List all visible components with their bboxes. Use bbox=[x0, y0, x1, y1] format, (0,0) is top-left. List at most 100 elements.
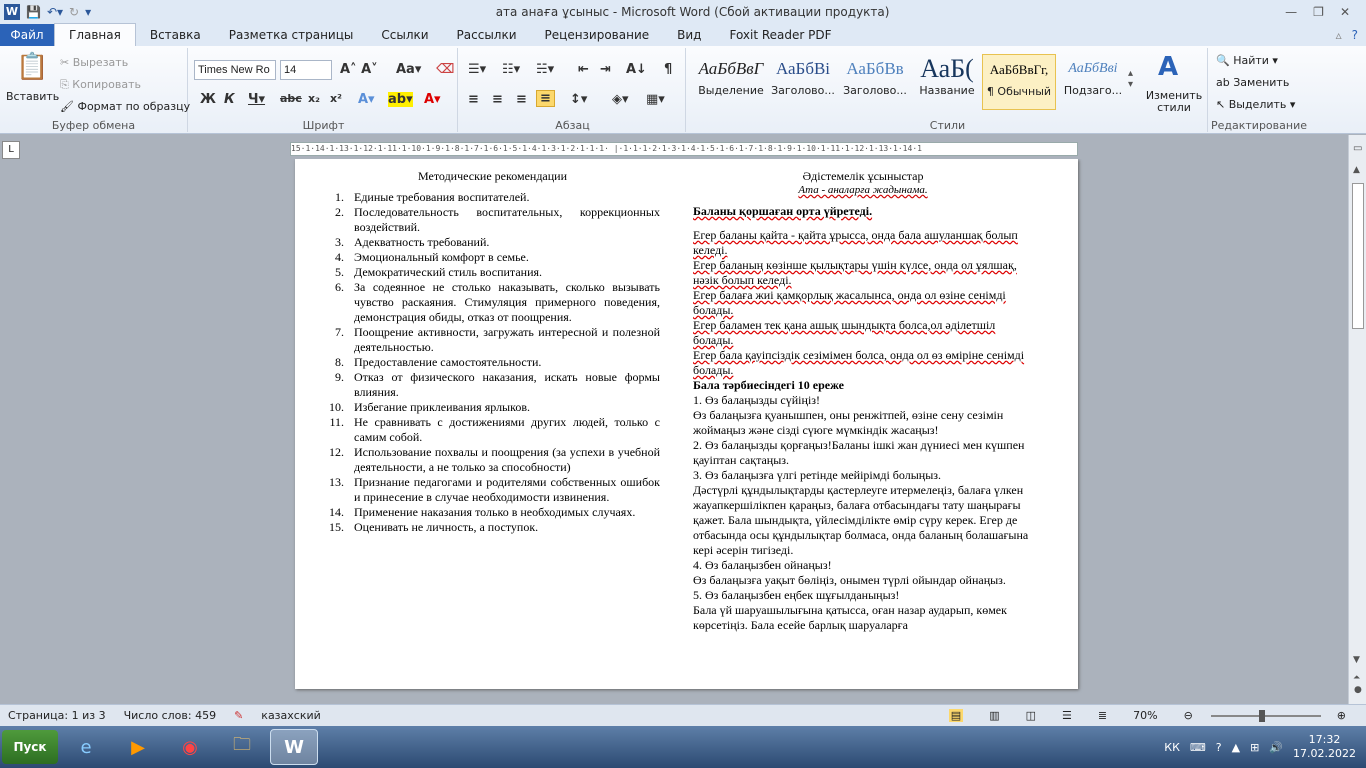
scrollbar-thumb[interactable] bbox=[1352, 183, 1364, 329]
superscript-icon[interactable]: x² bbox=[330, 92, 342, 105]
zoom-level[interactable]: 70% bbox=[1133, 709, 1157, 722]
ruler-toggle-icon[interactable]: ▭ bbox=[1353, 143, 1362, 154]
grow-font-icon[interactable]: A˄ A˅ bbox=[340, 62, 378, 77]
style-emphasis[interactable]: АаБбВвГ Выделение bbox=[694, 54, 768, 110]
minimize-button[interactable]: — bbox=[1285, 5, 1297, 19]
show-hidden-icons[interactable]: ▲ bbox=[1232, 741, 1240, 754]
justify-icon[interactable]: ≡ bbox=[536, 90, 555, 107]
styles-more-icon[interactable]: ▴ ▾ bbox=[1128, 68, 1133, 90]
word-count[interactable]: Число слов: 459 bbox=[124, 709, 217, 722]
text-effects-icon[interactable]: A▾ bbox=[358, 92, 375, 107]
tab-home[interactable]: Главная bbox=[54, 23, 136, 46]
borders-icon[interactable]: ▦▾ bbox=[646, 92, 665, 107]
save-icon[interactable]: 💾 bbox=[26, 5, 41, 19]
bold-icon[interactable]: Ж bbox=[200, 92, 216, 107]
browse-object-icon[interactable]: ● bbox=[1354, 685, 1362, 695]
document-page[interactable]: Методические рекомендации 1. Единые требо… bbox=[295, 159, 1078, 689]
align-center-icon[interactable]: ≡ bbox=[492, 92, 503, 107]
internet-explorer-icon[interactable]: e bbox=[62, 729, 110, 765]
clock[interactable]: 17:32 17.02.2022 bbox=[1293, 733, 1356, 761]
strikethrough-icon[interactable]: abc bbox=[280, 92, 302, 105]
paste-button[interactable]: Вставить bbox=[6, 90, 59, 103]
word-taskbar-icon[interactable]: W bbox=[270, 729, 318, 765]
zoom-out-icon[interactable]: ⊖ bbox=[1184, 709, 1193, 722]
full-screen-icon[interactable]: ▥ bbox=[989, 709, 999, 722]
change-case-icon[interactable]: Aa▾ bbox=[396, 62, 421, 77]
select-button[interactable]: ↖ Выделить ▾ bbox=[1216, 98, 1295, 111]
underline-icon[interactable]: Ч▾ bbox=[248, 92, 265, 107]
draft-icon[interactable]: ≣ bbox=[1098, 709, 1107, 722]
style-subtitle[interactable]: АаБбВві Подзаго... bbox=[1056, 54, 1130, 110]
align-left-icon[interactable]: ≡ bbox=[468, 92, 479, 107]
tab-foxit[interactable]: Foxit Reader PDF bbox=[715, 24, 845, 46]
style-heading2[interactable]: АаБбВв Заголово... bbox=[838, 54, 912, 110]
tab-review[interactable]: Рецензирование bbox=[531, 24, 664, 46]
scroll-down-icon[interactable]: ▼ bbox=[1353, 655, 1360, 665]
print-layout-icon[interactable]: ▤ bbox=[948, 709, 964, 722]
tab-references[interactable]: Ссылки bbox=[367, 24, 442, 46]
increase-indent-icon[interactable]: ⇥ bbox=[600, 62, 611, 77]
outline-icon[interactable]: ☰ bbox=[1062, 709, 1072, 722]
help-tray-icon[interactable]: ? bbox=[1216, 741, 1222, 754]
zoom-slider[interactable] bbox=[1210, 709, 1321, 722]
numbering-icon[interactable]: ☷▾ bbox=[502, 62, 520, 77]
bullets-icon[interactable]: ☰▾ bbox=[468, 62, 486, 77]
explorer-folder-icon[interactable]: 🗀 bbox=[218, 729, 266, 765]
line-spacing-icon[interactable]: ↕▾ bbox=[570, 92, 587, 107]
font-name-box[interactable]: Times New Ro bbox=[194, 60, 276, 80]
show-formatting-icon[interactable]: ¶ bbox=[664, 62, 672, 77]
clear-format-icon[interactable]: ⌫ bbox=[436, 62, 454, 77]
language[interactable]: казахский bbox=[261, 709, 320, 722]
multilevel-list-icon[interactable]: ☵▾ bbox=[536, 62, 554, 77]
style-heading1[interactable]: АаБбВі Заголово... bbox=[766, 54, 840, 110]
customize-qat-icon[interactable]: ▾ bbox=[85, 5, 91, 19]
keyboard-icon[interactable]: ⌨ bbox=[1190, 741, 1206, 754]
italic-icon[interactable]: К bbox=[224, 92, 235, 107]
highlight-icon[interactable]: ab▾ bbox=[388, 92, 413, 107]
tab-file[interactable]: Файл bbox=[0, 24, 54, 46]
vertical-scrollbar[interactable]: ▭ ▲ ▼ ⏶ ● bbox=[1348, 135, 1366, 704]
media-player-icon[interactable]: ▶ bbox=[114, 729, 162, 765]
undo-icon[interactable]: ↶▾ bbox=[47, 5, 63, 19]
horizontal-ruler[interactable]: 15·1·14·1·13·1·12·1·11·1·10·1·9·1·8·1·7·… bbox=[290, 142, 1078, 156]
copy-button[interactable]: ⎘ Копировать bbox=[60, 78, 141, 92]
tab-mailings[interactable]: Рассылки bbox=[443, 24, 531, 46]
decrease-indent-icon[interactable]: ⇤ bbox=[578, 62, 589, 77]
align-right-icon[interactable]: ≡ bbox=[516, 92, 527, 107]
web-layout-icon[interactable]: ◫ bbox=[1026, 709, 1036, 722]
minimize-ribbon-icon[interactable]: ▵ bbox=[1336, 28, 1342, 42]
tab-selector[interactable]: L bbox=[2, 141, 20, 159]
tab-insert[interactable]: Вставка bbox=[136, 24, 215, 46]
subscript-icon[interactable]: x₂ bbox=[308, 92, 320, 105]
page-count[interactable]: Страница: 1 из 3 bbox=[8, 709, 106, 722]
font-color-icon[interactable]: A▾ bbox=[424, 92, 441, 107]
change-styles-icon[interactable]: A bbox=[1158, 52, 1178, 82]
zoom-in-icon[interactable]: ⊕ bbox=[1337, 709, 1346, 722]
redo-icon[interactable]: ↻ bbox=[69, 5, 79, 19]
styles-label: Стили bbox=[929, 119, 966, 132]
find-button[interactable]: 🔍 Найти ▾ bbox=[1216, 54, 1278, 67]
help-icon[interactable]: ? bbox=[1352, 28, 1358, 42]
prev-page-icon[interactable]: ⏶ bbox=[1353, 673, 1360, 683]
shading-icon[interactable]: ◈▾ bbox=[612, 92, 629, 107]
format-painter-button[interactable]: 🖌 Формат по образцу bbox=[60, 100, 190, 113]
restore-button[interactable]: ❐ bbox=[1313, 5, 1324, 19]
paste-icon[interactable]: 📋 bbox=[16, 52, 48, 82]
volume-icon[interactable]: 🔊 bbox=[1269, 741, 1283, 754]
sort-icon[interactable]: A↓ bbox=[626, 62, 647, 77]
tab-view[interactable]: Вид bbox=[663, 24, 715, 46]
cut-button[interactable]: ✂ Вырезать bbox=[60, 56, 128, 69]
start-button[interactable]: Пуск bbox=[2, 730, 58, 764]
close-button[interactable]: ✕ bbox=[1340, 5, 1350, 19]
change-styles-button[interactable]: Изменить стили bbox=[1144, 90, 1204, 114]
chrome-icon[interactable]: ◉ bbox=[166, 729, 214, 765]
style-normal[interactable]: АаБбВвГг, ¶ Обычный bbox=[982, 54, 1056, 110]
tab-page-layout[interactable]: Разметка страницы bbox=[215, 24, 368, 46]
font-size-box[interactable]: 14 bbox=[280, 60, 332, 80]
scroll-up-icon[interactable]: ▲ bbox=[1353, 165, 1360, 175]
network-icon[interactable]: ⊞ bbox=[1250, 741, 1259, 754]
replace-button[interactable]: ab Заменить bbox=[1216, 76, 1289, 89]
input-language[interactable]: КК bbox=[1164, 741, 1180, 754]
proofing-icon[interactable]: ✎ bbox=[234, 709, 243, 722]
style-title[interactable]: АаБ(Название bbox=[910, 54, 984, 110]
